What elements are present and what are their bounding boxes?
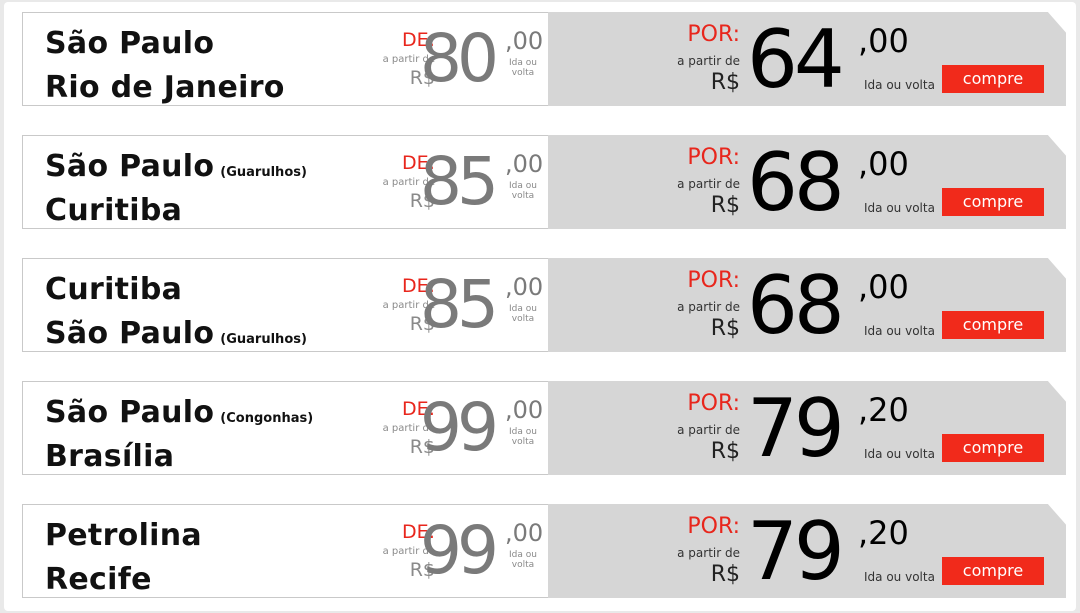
old-price-value: 80 <box>420 20 499 97</box>
offer-row: São Paulo (Guarulhos) Curitiba DE: a part… <box>22 135 1066 229</box>
destination-line: Brasília <box>45 438 313 482</box>
route-names: Petrolina Recife <box>45 517 208 605</box>
destination-line: São Paulo (Guarulhos) <box>45 315 307 359</box>
new-price-currency: R$ <box>710 316 740 341</box>
new-price-currency: R$ <box>710 193 740 218</box>
new-price-from-text: a partir de <box>677 546 740 560</box>
new-price-label: POR: <box>687 514 740 539</box>
destination-city: Brasília <box>45 439 175 474</box>
new-price-currency: R$ <box>710 70 740 95</box>
route-card: Curitiba São Paulo (Guarulhos) DE: a part… <box>22 258 549 352</box>
destination-line: Rio de Janeiro <box>45 69 291 113</box>
new-price-from-text: a partir de <box>677 423 740 437</box>
new-price-trip-type: Ida ou volta <box>864 570 935 584</box>
buy-button[interactable]: compre <box>942 557 1044 585</box>
promo-price-panel: POR: a partir de R$ 68 ,00 Ida ou volta … <box>548 135 1066 229</box>
new-price-from-text: a partir de <box>677 177 740 191</box>
origin-line: São Paulo (Guarulhos) <box>45 148 307 192</box>
new-price-currency: R$ <box>710 562 740 587</box>
new-price-label: POR: <box>687 145 740 170</box>
route-names: Curitiba São Paulo (Guarulhos) <box>45 271 307 359</box>
destination-city: Curitiba <box>45 193 183 228</box>
route-names: São Paulo (Congonhas) Brasília <box>45 394 313 482</box>
origin-city: Petrolina <box>45 518 202 553</box>
old-price-trip-type: Ida ou volta <box>509 550 537 570</box>
route-card: São Paulo (Congonhas) Brasília DE: a part… <box>22 381 549 475</box>
route-names: São Paulo (Guarulhos) Curitiba <box>45 148 307 236</box>
old-price-cents: ,00 <box>505 150 544 178</box>
buy-button[interactable]: compre <box>942 434 1044 462</box>
old-price-trip-type: Ida ou volta <box>509 427 537 447</box>
new-price-trip-type: Ida ou volta <box>864 78 935 92</box>
new-price-from-text: a partir de <box>677 54 740 68</box>
offer-row: Curitiba São Paulo (Guarulhos) DE: a part… <box>22 258 1066 352</box>
new-price-label: POR: <box>687 22 740 47</box>
new-price-from-text: a partir de <box>677 300 740 314</box>
origin-city: São Paulo <box>45 149 215 184</box>
origin-city: São Paulo <box>45 26 215 61</box>
old-price-cents: ,00 <box>505 396 544 424</box>
origin-line: Curitiba <box>45 271 307 315</box>
new-price-cents: ,20 <box>858 514 909 552</box>
old-price-value: 85 <box>420 266 499 343</box>
offer-row: São Paulo Rio de Janeiro DE: a partir de… <box>22 12 1066 106</box>
new-price-value: 79 <box>747 505 845 598</box>
offer-row: São Paulo (Congonhas) Brasília DE: a part… <box>22 381 1066 475</box>
origin-airport: (Congonhas) <box>220 411 314 426</box>
old-price-cents: ,00 <box>505 273 544 301</box>
old-price-cents: ,00 <box>505 27 544 55</box>
promo-price-panel: POR: a partir de R$ 68 ,00 Ida ou volta … <box>548 258 1066 352</box>
old-price-trip-type: Ida ou volta <box>509 304 537 324</box>
new-price-cents: ,20 <box>858 391 909 429</box>
old-price-value: 99 <box>420 512 499 589</box>
old-price-value: 85 <box>420 143 499 220</box>
old-price-value: 99 <box>420 389 499 466</box>
origin-airport: (Guarulhos) <box>220 165 307 180</box>
destination-line: Recife <box>45 561 208 605</box>
buy-button[interactable]: compre <box>942 188 1044 216</box>
destination-line: Curitiba <box>45 192 307 236</box>
old-price-trip-type: Ida ou volta <box>509 181 537 201</box>
new-price-currency: R$ <box>710 439 740 464</box>
new-price-value: 68 <box>747 136 845 229</box>
old-price-cents: ,00 <box>505 519 544 547</box>
origin-city: Curitiba <box>45 272 183 307</box>
new-price-cents: ,00 <box>858 22 909 60</box>
destination-city: Recife <box>45 562 152 597</box>
new-price-value: 79 <box>747 382 845 475</box>
promo-price-panel: POR: a partir de R$ 64 ,00 Ida ou volta … <box>548 12 1066 106</box>
new-price-label: POR: <box>687 391 740 416</box>
new-price-value: 68 <box>747 259 845 352</box>
promo-price-panel: POR: a partir de R$ 79 ,20 Ida ou volta … <box>548 504 1066 598</box>
origin-line: Petrolina <box>45 517 208 561</box>
offer-row: Petrolina Recife DE: a partir de R$ 99 ,… <box>22 504 1066 598</box>
origin-line: São Paulo <box>45 25 291 69</box>
buy-button[interactable]: compre <box>942 311 1044 339</box>
destination-city: Rio de Janeiro <box>45 70 285 105</box>
new-price-cents: ,00 <box>858 145 909 183</box>
new-price-trip-type: Ida ou volta <box>864 201 935 215</box>
new-price-trip-type: Ida ou volta <box>864 324 935 338</box>
promo-price-panel: POR: a partir de R$ 79 ,20 Ida ou volta … <box>548 381 1066 475</box>
origin-city: São Paulo <box>45 395 215 430</box>
origin-line: São Paulo (Congonhas) <box>45 394 313 438</box>
route-card: São Paulo Rio de Janeiro DE: a partir de… <box>22 12 549 106</box>
new-price-cents: ,00 <box>858 268 909 306</box>
buy-button[interactable]: compre <box>942 65 1044 93</box>
old-price-trip-type: Ida ou volta <box>509 58 537 78</box>
new-price-label: POR: <box>687 268 740 293</box>
new-price-value: 64 <box>747 13 845 106</box>
destination-city: São Paulo <box>45 316 215 351</box>
offers-panel: São Paulo Rio de Janeiro DE: a partir de… <box>4 2 1076 611</box>
destination-airport: (Guarulhos) <box>220 332 307 347</box>
new-price-trip-type: Ida ou volta <box>864 447 935 461</box>
route-names: São Paulo Rio de Janeiro <box>45 25 291 113</box>
route-card: São Paulo (Guarulhos) Curitiba DE: a part… <box>22 135 549 229</box>
route-card: Petrolina Recife DE: a partir de R$ 99 ,… <box>22 504 549 598</box>
